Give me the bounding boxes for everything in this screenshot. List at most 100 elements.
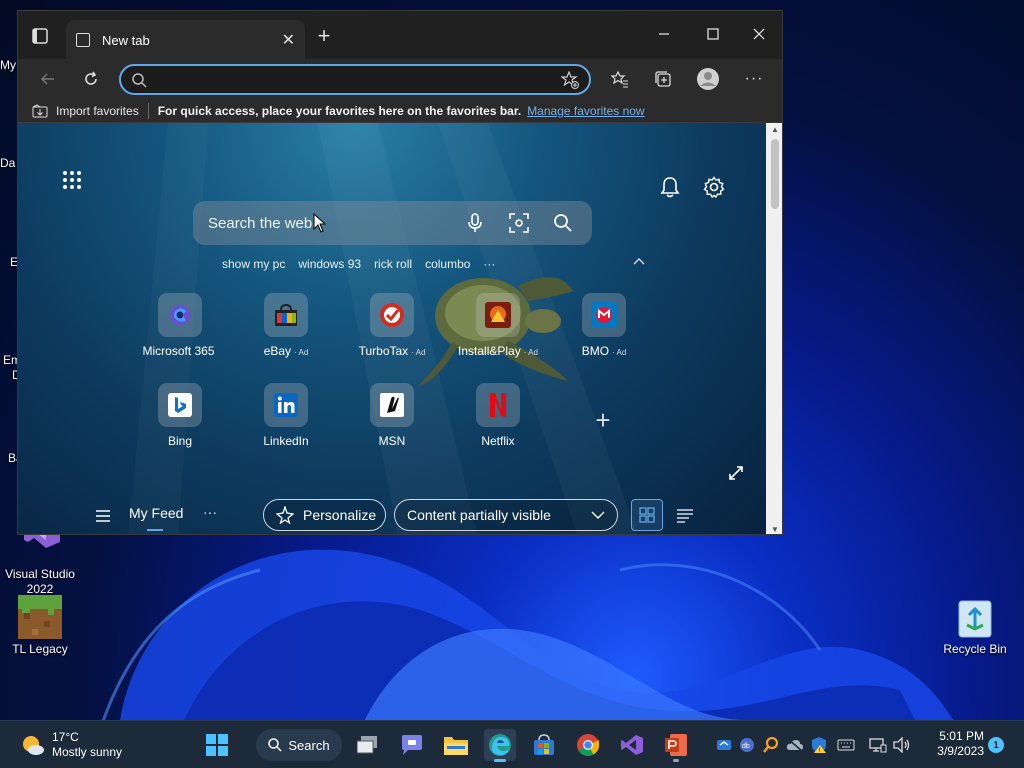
web-search-box[interactable]: Search the web <box>193 201 592 245</box>
desktop-icon-label-fragment[interactable]: My <box>0 58 16 72</box>
quick-link-bing[interactable]: Bing <box>125 383 235 448</box>
quick-link-bmo[interactable]: BMO · Ad <box>549 293 659 358</box>
visual-search-button[interactable] <box>504 208 534 238</box>
trending-search-chip[interactable]: columbo <box>425 257 470 271</box>
app-launcher-button[interactable] <box>60 168 84 192</box>
trending-search-chip[interactable]: windows 93 <box>298 257 361 271</box>
search-submit-button[interactable] <box>548 208 578 238</box>
weather-widget[interactable]: 17°C Mostly sunny <box>20 730 122 760</box>
running-indicator <box>494 759 506 762</box>
collapse-quick-links-button[interactable] <box>630 253 648 269</box>
bing-icon <box>168 393 192 417</box>
back-button[interactable] <box>36 67 60 91</box>
my-feed-tab[interactable]: My Feed <box>129 505 183 531</box>
task-view-button[interactable] <box>352 729 384 761</box>
quick-link-netflix[interactable]: Netflix <box>443 383 553 448</box>
weather-description: Mostly sunny <box>52 745 123 759</box>
quick-link-label: LinkedIn <box>263 434 309 448</box>
powerpoint-button[interactable] <box>660 729 692 762</box>
feed-more-button[interactable]: ··· <box>203 504 217 520</box>
quick-link-install-and-play[interactable]: Install&Play · Ad <box>443 293 553 358</box>
maximize-button[interactable] <box>699 23 727 45</box>
quick-link-turbotax[interactable]: TurboTax · Ad <box>337 293 447 358</box>
desktop-icon-recycle-bin[interactable]: Recycle Bin <box>935 595 1015 657</box>
content-visibility-dropdown[interactable]: Content partially visible <box>394 499 618 531</box>
search-icon <box>554 214 572 232</box>
quick-link-ebay[interactable]: eBay · Ad <box>231 293 341 358</box>
minecraft-grass-block-icon <box>16 595 64 639</box>
add-favorite-star-icon[interactable] <box>561 70 579 89</box>
import-favorites-button[interactable]: Import favorites <box>32 104 139 118</box>
import-folder-icon <box>32 103 48 117</box>
browser-toolbar: ··· <box>18 59 782 99</box>
quick-link-microsoft-365[interactable]: Microsoft 365 <box>125 293 235 358</box>
quick-link-linkedin[interactable]: LinkedIn <box>231 383 341 448</box>
tab-actions-button[interactable] <box>28 25 52 47</box>
trending-search-chip[interactable]: show my pc <box>222 257 285 271</box>
desktop-icon-tl-legacy[interactable]: TL Legacy <box>0 595 80 657</box>
network-button[interactable] <box>868 735 888 755</box>
desktop-icon-label-fragment[interactable]: Da <box>0 156 15 170</box>
teams-chat-button[interactable] <box>396 729 428 761</box>
magnifier-tool-icon <box>763 737 779 753</box>
quick-link-msn[interactable]: MSN <box>337 383 447 448</box>
favorites-button[interactable] <box>608 67 632 91</box>
tray-app-icon[interactable] <box>785 735 805 755</box>
tray-app-icon[interactable] <box>761 735 781 755</box>
add-quick-link-button[interactable]: + <box>592 405 614 435</box>
more-trending-button[interactable]: ··· <box>483 257 495 271</box>
clock[interactable]: 5:01 PM 3/9/2023 <box>922 729 984 759</box>
notification-badge[interactable]: 1 <box>988 737 1004 753</box>
scroll-down-arrow-icon[interactable]: ▼ <box>766 525 782 534</box>
page-scrollbar[interactable]: ▲ ▼ <box>766 123 782 534</box>
list-view-button[interactable] <box>676 507 694 525</box>
chrome-button[interactable] <box>572 729 604 761</box>
security-shield-warning-icon: ! <box>812 737 826 754</box>
ad-badge: · Ad <box>612 348 627 357</box>
file-explorer-button[interactable] <box>440 729 472 761</box>
desktop-icon-label: TL Legacy <box>12 642 68 656</box>
tab-new-tab[interactable]: New tab ✕ <box>66 20 305 60</box>
settings-and-more-button[interactable]: ··· <box>742 67 766 91</box>
visual-studio-button[interactable] <box>616 729 648 761</box>
tray-app-icon[interactable] <box>714 735 734 755</box>
close-tab-icon[interactable]: ✕ <box>282 30 295 50</box>
edge-taskbar-button[interactable] <box>484 729 516 762</box>
scroll-up-arrow-icon[interactable]: ▲ <box>766 125 782 134</box>
scrollbar-thumb[interactable] <box>771 139 779 209</box>
install-and-play-game-icon <box>485 302 511 328</box>
microsoft-store-button[interactable] <box>528 729 560 761</box>
refresh-button[interactable] <box>79 67 103 91</box>
address-input[interactable] <box>157 72 561 87</box>
minimize-button[interactable] <box>650 23 678 45</box>
close-window-button[interactable] <box>745 23 773 45</box>
manage-favorites-link[interactable]: Manage favorites now <box>527 104 644 118</box>
new-tab-page: Search the web show my pc windows 93 ric… <box>18 123 766 534</box>
page-settings-button[interactable] <box>702 175 726 199</box>
grid-view-button[interactable] <box>631 499 663 531</box>
volume-button[interactable] <box>892 735 912 755</box>
windows-logo-icon <box>206 734 228 756</box>
notifications-button[interactable] <box>658 175 682 199</box>
minimize-icon <box>659 33 669 35</box>
profile-button[interactable] <box>696 67 720 91</box>
tray-app-icon[interactable]: ! <box>809 735 829 755</box>
taskbar: 17°C Mostly sunny Search db ! 5:01 PM 3/… <box>0 720 1024 768</box>
start-button[interactable] <box>201 729 233 761</box>
microsoft-365-icon <box>170 305 190 325</box>
tray-app-icon[interactable]: db <box>737 735 757 755</box>
microsoft-store-bag-icon <box>534 734 554 755</box>
collections-button[interactable] <box>651 67 675 91</box>
keyboard-layout-button[interactable] <box>836 735 856 755</box>
focused-layout-button[interactable] <box>726 463 746 483</box>
feed-menu-button[interactable] <box>94 507 112 525</box>
new-tab-button[interactable]: + <box>312 23 336 48</box>
trending-search-chip[interactable]: rick roll <box>374 257 412 271</box>
voice-search-button[interactable] <box>460 208 490 238</box>
personalize-button[interactable]: Personalize <box>263 499 386 531</box>
quick-link-label: Netflix <box>481 434 515 448</box>
taskbar-search-button[interactable]: Search <box>256 729 342 761</box>
address-bar[interactable] <box>119 64 591 95</box>
quick-link-label: TurboTax <box>358 344 409 358</box>
partly-sunny-weather-icon <box>23 736 44 755</box>
